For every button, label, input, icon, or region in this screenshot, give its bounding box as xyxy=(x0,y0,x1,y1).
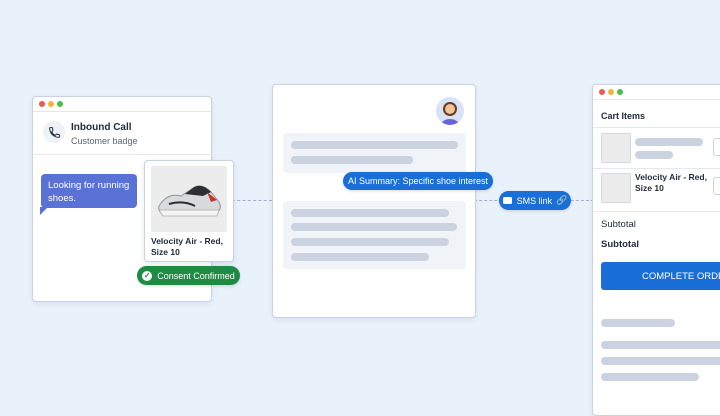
placeholder-line xyxy=(291,223,457,231)
agent-chat-window xyxy=(272,84,476,318)
cart-item-thumbnail xyxy=(601,133,631,163)
subtotal-label: Subtotal xyxy=(601,219,636,230)
placeholder-line xyxy=(291,141,458,149)
placeholder-line xyxy=(601,319,675,327)
placeholder-line xyxy=(291,209,449,217)
placeholder-line xyxy=(291,253,429,261)
placeholder-line xyxy=(635,151,673,159)
ai-summary-label: AI Summary: Specific shoe interest xyxy=(347,176,489,186)
minimize-dot[interactable] xyxy=(608,89,614,95)
minimize-dot[interactable] xyxy=(48,101,54,107)
cart-item: Velocity Air - Red, Size 10 xyxy=(593,167,720,212)
quantity-stepper[interactable] xyxy=(713,138,720,156)
close-dot[interactable] xyxy=(599,89,605,95)
cart-item-thumbnail xyxy=(601,173,631,203)
quantity-stepper[interactable] xyxy=(713,177,720,195)
close-dot[interactable] xyxy=(39,101,45,107)
call-header: Inbound Call Customer badge xyxy=(33,112,211,155)
consent-confirmed-badge: ✓ Consent Confirmed xyxy=(137,266,240,285)
ai-message-block-2 xyxy=(283,201,466,269)
cart-item-placeholder xyxy=(593,127,720,169)
maximize-dot[interactable] xyxy=(617,89,623,95)
placeholder-line xyxy=(635,138,703,146)
consent-label: Consent Confirmed xyxy=(157,270,235,281)
sms-label: SMS link xyxy=(516,195,553,206)
customer-message-text: Looking for running shoes. xyxy=(48,180,130,204)
product-name: Velocity Air - Red, Size 10 xyxy=(151,236,223,257)
subtotal-bold-label: Subtotal xyxy=(601,239,639,250)
window-titlebar xyxy=(33,97,211,112)
chat-icon xyxy=(502,197,512,204)
window-titlebar xyxy=(593,85,720,100)
placeholder-line xyxy=(291,238,449,246)
link-icon: 🔗 xyxy=(556,195,568,205)
call-subtitle: Customer badge xyxy=(71,136,138,146)
agent-avatar xyxy=(436,97,464,125)
cart-title: Cart Items xyxy=(601,111,646,121)
phone-icon xyxy=(43,121,65,143)
cart-window: Cart Items Velocity Air - Red, Size 10 S… xyxy=(592,84,720,416)
cart-item-name: Velocity Air - Red, Size 10 xyxy=(635,172,707,193)
ai-message-block-1 xyxy=(283,133,466,173)
customer-message-bubble: Looking for running shoes. xyxy=(40,174,137,215)
placeholder-line xyxy=(291,156,413,164)
check-circle-icon: ✓ xyxy=(142,270,153,281)
placeholder-line xyxy=(601,341,720,349)
placeholder-line xyxy=(601,373,699,381)
ai-summary-badge: AI Summary: Specific shoe interest xyxy=(343,172,493,190)
call-title: Inbound Call xyxy=(71,122,132,133)
maximize-dot[interactable] xyxy=(57,101,63,107)
bubble-tail xyxy=(40,207,48,215)
complete-order-label: COMPLETE ORDER xyxy=(642,270,720,282)
product-card[interactable]: Velocity Air - Red, Size 10 xyxy=(144,160,234,262)
shoe-image xyxy=(151,166,227,232)
sms-link-button[interactable]: SMS link 🔗 xyxy=(499,191,571,210)
complete-order-button[interactable]: COMPLETE ORDER xyxy=(601,262,720,290)
connector-line-left xyxy=(232,200,272,201)
placeholder-line xyxy=(601,357,720,365)
